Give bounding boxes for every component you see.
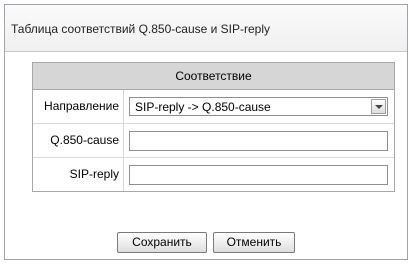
direction-label: Направление <box>33 90 124 123</box>
direction-row: Направление SIP-reply -> Q.850-cause <box>33 90 394 124</box>
dialog-title-bar: Таблица соответствий Q.850-cause и SIP-r… <box>5 5 407 52</box>
direction-select[interactable]: SIP-reply -> Q.850-cause <box>129 97 388 116</box>
chevron-down-icon[interactable] <box>371 99 386 114</box>
sip-reply-field-cell <box>124 158 394 191</box>
sip-reply-row: SIP-reply <box>33 158 394 191</box>
form-header: Соответствие <box>33 63 394 90</box>
dialog-title: Таблица соответствий Q.850-cause и SIP-r… <box>11 22 271 36</box>
q850-cause-field-cell <box>124 124 394 157</box>
sip-reply-input[interactable] <box>129 165 388 185</box>
q850-cause-label: Q.850-cause <box>33 124 124 157</box>
button-bar: Сохранить Отменить <box>5 232 407 253</box>
sip-reply-label: SIP-reply <box>33 158 124 191</box>
direction-select-value: SIP-reply -> Q.850-cause <box>135 100 271 114</box>
cancel-button[interactable]: Отменить <box>213 232 295 253</box>
save-button[interactable]: Сохранить <box>117 232 207 253</box>
mapping-form: Соответствие Направление SIP-reply -> Q.… <box>32 62 395 192</box>
q850-cause-row: Q.850-cause <box>33 124 394 158</box>
direction-field-cell: SIP-reply -> Q.850-cause <box>124 90 394 123</box>
mapping-dialog: Таблица соответствий Q.850-cause и SIP-r… <box>4 4 408 260</box>
q850-cause-input[interactable] <box>129 131 388 151</box>
